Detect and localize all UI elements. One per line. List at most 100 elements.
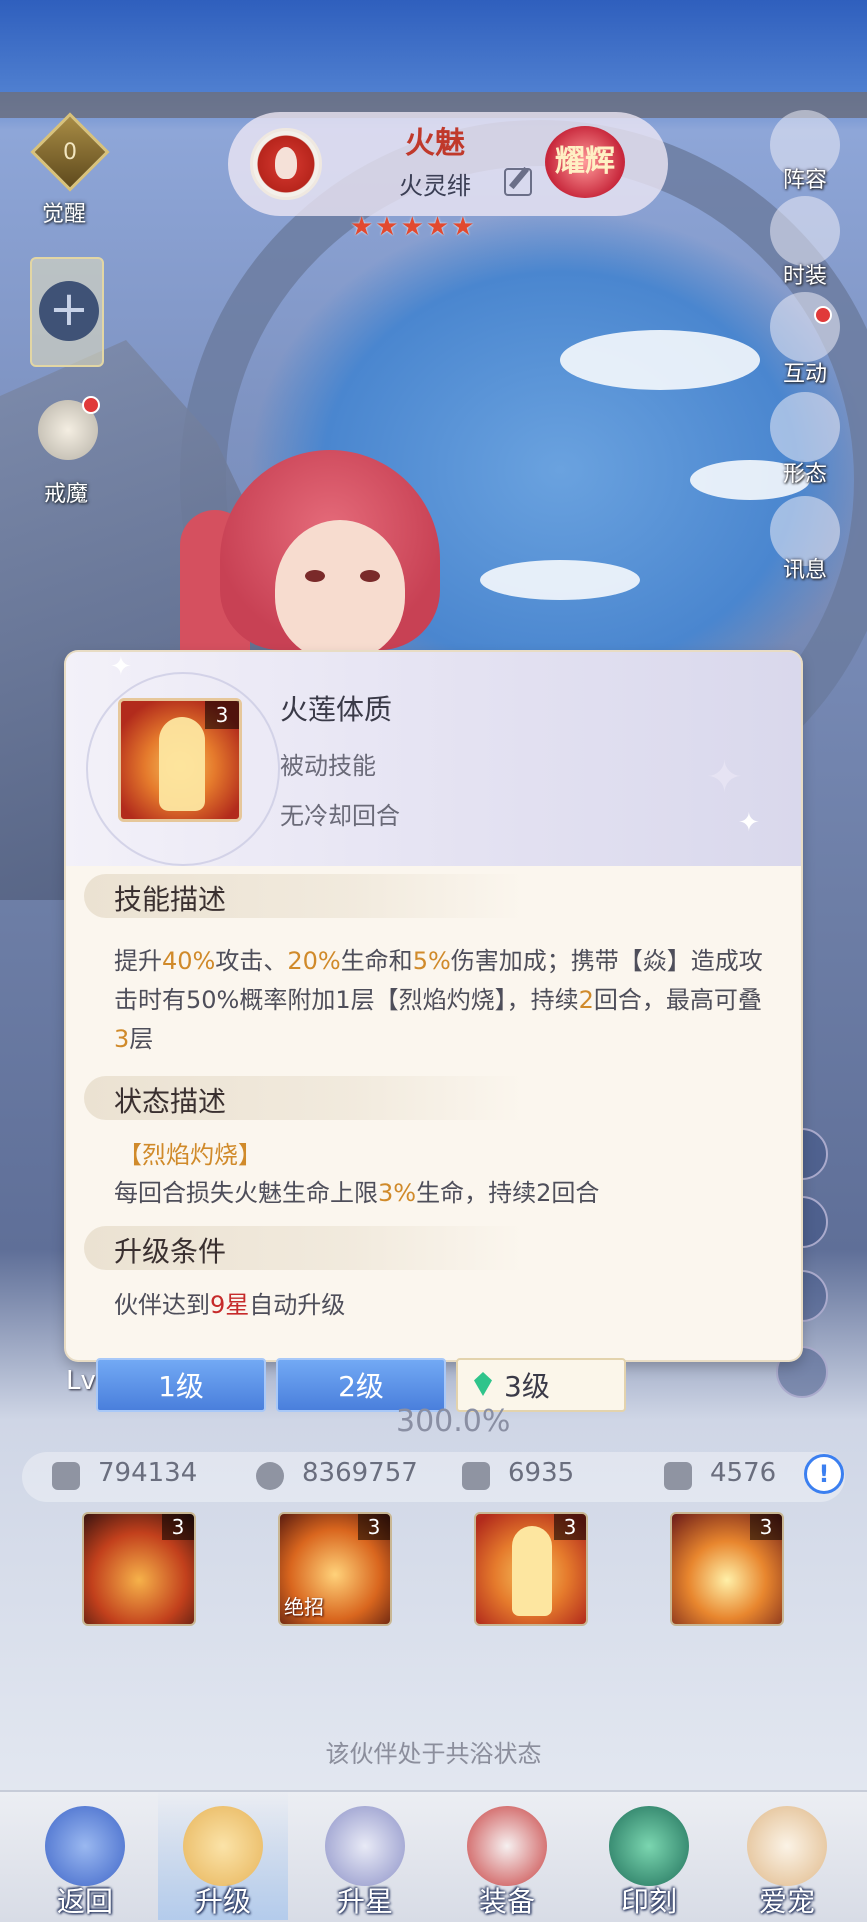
section-header: 升级条件 xyxy=(84,1226,524,1270)
desc-value: 20% xyxy=(287,947,341,975)
skill-detail-popup: ✦ ✦ ✦ 3 火莲体质 被动技能 无冷却回合 技能描述 提升40%攻击、20%… xyxy=(66,652,801,1360)
desc-text: 攻击、 xyxy=(215,947,288,975)
star-rating: ★★★★★ xyxy=(350,212,477,242)
skill-slot-1[interactable]: 3 xyxy=(82,1512,196,1626)
nav-upgrade-label: 升级 xyxy=(194,1885,251,1918)
sparkle-icon: ✦ xyxy=(706,752,743,803)
hp-value: 8369757 xyxy=(302,1458,418,1488)
silhouette-icon xyxy=(159,717,205,811)
form-button[interactable] xyxy=(770,392,840,462)
attack-icon xyxy=(52,1462,80,1490)
form-label: 形态 xyxy=(782,462,827,487)
bath-status-notice: 该伙伴处于共浴状态 xyxy=(325,1740,542,1768)
costume-label: 时装 xyxy=(782,264,827,289)
nav-equipment-label: 装备 xyxy=(478,1885,535,1918)
costume-button[interactable] xyxy=(770,196,840,266)
character-eye xyxy=(305,570,325,582)
desc-text: 提升 xyxy=(114,947,162,975)
nav-pet-label: 爱宠 xyxy=(758,1885,815,1918)
skill-slot-3[interactable]: 3 xyxy=(474,1512,588,1626)
cloud xyxy=(560,330,760,390)
avatar-icon xyxy=(183,1806,263,1886)
skill-slot-level: 3 xyxy=(750,1514,782,1540)
interact-label: 互动 xyxy=(782,362,827,387)
edit-icon[interactable] xyxy=(504,168,532,196)
nav-imprint[interactable]: 印刻 xyxy=(584,1790,714,1920)
status-name: 【烈焰灼烧】 xyxy=(118,1141,262,1169)
rank-badge: 耀辉 xyxy=(545,126,625,198)
desc-value: 3 xyxy=(114,1025,130,1053)
desc-text: 回合，最高可叠 xyxy=(593,986,762,1014)
info-label: 讯息 xyxy=(782,558,827,583)
upgrade-text: 自动升级 xyxy=(249,1291,346,1319)
skill-slot-level: 3 xyxy=(162,1514,194,1540)
status-text: 每回合损失火魅生命上限 xyxy=(114,1179,378,1207)
fire-element-icon xyxy=(250,128,322,200)
attack-value: 794134 xyxy=(98,1458,198,1488)
status-value: 3% xyxy=(378,1179,417,1207)
info-button[interactable]: ! xyxy=(804,1454,844,1494)
lineup-label: 阵容 xyxy=(782,168,827,193)
hat-icon xyxy=(467,1806,547,1886)
nav-back-label: 返回 xyxy=(56,1885,113,1918)
back-arrow-icon xyxy=(45,1806,125,1886)
nav-back[interactable]: 返回 xyxy=(20,1790,150,1920)
upgrade-value: 9星 xyxy=(210,1291,250,1319)
awaken-button[interactable]: 0 xyxy=(28,112,110,198)
upgrade-condition: 伙伴达到9星自动升级 xyxy=(114,1286,764,1325)
shield-icon xyxy=(462,1462,490,1490)
desc-text: 生命和 xyxy=(340,947,413,975)
awaken-label: 觉醒 xyxy=(42,202,87,227)
tab-level-3-label: 3级 xyxy=(504,1370,550,1403)
speed-value: 4576 xyxy=(710,1458,777,1488)
section-desc-title: 技能描述 xyxy=(114,883,227,916)
nav-imprint-label: 印刻 xyxy=(620,1885,677,1918)
character-face xyxy=(275,520,405,660)
cat-icon xyxy=(747,1806,827,1886)
interact-button[interactable] xyxy=(770,292,840,362)
boot-icon xyxy=(664,1462,692,1490)
nav-upgrade[interactable]: 升级 xyxy=(158,1790,288,1920)
nav-equipment[interactable]: 装备 xyxy=(442,1790,572,1920)
section-header: 技能描述 xyxy=(84,874,524,918)
nav-pet[interactable]: 爱宠 xyxy=(722,1790,852,1920)
section-header: 状态描述 xyxy=(84,1076,524,1120)
heart-icon xyxy=(256,1462,284,1490)
skill-slot-2[interactable]: 3 绝招 xyxy=(278,1512,392,1626)
hexagram-icon xyxy=(609,1806,689,1886)
skill-level-badge: 3 xyxy=(205,701,239,729)
awaken-value: 0 xyxy=(63,140,77,165)
notification-dot xyxy=(82,396,100,414)
nav-star-up[interactable]: 升星 xyxy=(300,1790,430,1920)
section-upgrade-title: 升级条件 xyxy=(114,1235,227,1268)
ultimate-tag: 绝招 xyxy=(284,1595,324,1619)
sparkle-icon: ✦ xyxy=(110,652,132,682)
tab-level-1[interactable]: 1级 xyxy=(96,1358,266,1412)
skill-slot-level: 3 xyxy=(358,1514,390,1540)
plus-icon: + xyxy=(39,281,99,341)
cloud xyxy=(480,560,640,600)
desc-value: 5% xyxy=(412,947,451,975)
section-status-title: 状态描述 xyxy=(114,1085,227,1118)
add-slot-button[interactable]: + xyxy=(30,257,104,367)
skill-icon: 3 xyxy=(118,698,242,822)
level-label: Lv xyxy=(66,1366,96,1396)
sparkle-icon: ✦ xyxy=(738,808,760,838)
skill-description: 提升40%攻击、20%生命和5%伤害加成；携带【焱】造成攻击时有50%概率附加1… xyxy=(114,942,764,1059)
character-eye xyxy=(360,570,380,582)
skill-name: 火莲体质 xyxy=(280,693,393,726)
nav-star-up-label: 升星 xyxy=(336,1885,393,1918)
desc-value: 40% xyxy=(162,947,216,975)
jiemo-label: 戒魔 xyxy=(44,482,89,507)
desc-text: 层 xyxy=(129,1025,154,1053)
upgrade-text: 伙伴达到 xyxy=(114,1291,210,1319)
skill-slot-4[interactable]: 3 xyxy=(670,1512,784,1626)
star-icon xyxy=(325,1806,405,1886)
character-name: 火魅 xyxy=(405,126,465,161)
skill-type: 被动技能 xyxy=(280,752,376,780)
popup-header: ✦ ✦ ✦ 3 火莲体质 被动技能 无冷却回合 xyxy=(66,652,801,866)
skill-slot-level: 3 xyxy=(554,1514,586,1540)
status-description: 每回合损失火魅生命上限3%生命，持续2回合 xyxy=(114,1174,764,1213)
status-text: 生命，持续2回合 xyxy=(416,1179,600,1207)
character-title: 火灵绯 xyxy=(399,172,471,200)
